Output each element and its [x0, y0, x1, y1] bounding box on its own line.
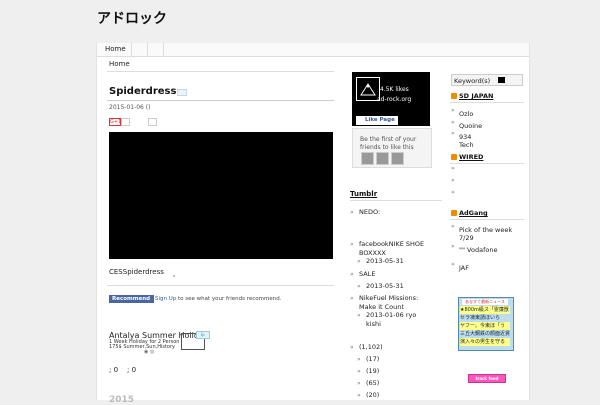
ad-banner-line[interactable]: セラ凍東請ほいら: [460, 314, 510, 322]
tumblr-item[interactable]: SALE: [359, 270, 430, 279]
ad-banner-line[interactable]: 演入々の男生を守る: [460, 338, 510, 346]
bullet-icon: »: [357, 312, 361, 319]
feed-heading[interactable]: WIRED: [459, 153, 483, 161]
bullet-icon: »: [357, 283, 361, 290]
post-body-text: ,: [173, 270, 176, 278]
facebook-likes-count: 4.5K likes: [380, 86, 409, 93]
divider: [350, 200, 442, 201]
ad-banner-line[interactable]: ★800m級ス「霊廉獣: [460, 306, 510, 314]
ad-banner-line[interactable]: ヤフー。今東ほ「う: [460, 322, 510, 330]
divider: [450, 102, 524, 103]
bullet-icon: »: [451, 107, 455, 114]
archive-item[interactable]: (19): [366, 367, 430, 376]
title-tag-icon: [177, 89, 187, 96]
feed-item[interactable]: Ozlo: [459, 110, 473, 118]
search-input[interactable]: Keyword(s): [454, 77, 490, 85]
tumblr-item[interactable]: 2013-05-31: [366, 282, 430, 291]
bullet-icon: »: [451, 189, 455, 196]
bullet-icon: »: [350, 241, 354, 248]
feed-item[interactable]: "" Vodafone: [459, 246, 497, 254]
bullet-icon: »: [451, 243, 455, 250]
tumblr-item[interactable]: NikeFuel Missions: Make it Count: [359, 294, 430, 312]
ad-banner-text[interactable]: ★800m級ス「霊廉獣 セラ凍東請ほいら ヤフー。今東ほ「う 三丘大鋼鉄の顔面近賃 演入…: [460, 306, 510, 346]
bullet-icon: »: [451, 130, 455, 137]
nav-bar: Home: [97, 43, 529, 57]
share-count-box[interactable]: [121, 118, 130, 126]
archive-item[interactable]: (1,102): [359, 343, 430, 352]
post-date: 2015-01-06 (): [109, 104, 151, 111]
bullet-icon: »: [451, 261, 455, 268]
adchoices-icon[interactable]: i▷: [196, 331, 210, 339]
share-button[interactable]: [148, 118, 157, 126]
next-post-title[interactable]: 2015: [109, 395, 134, 405]
site-title[interactable]: アドロック: [97, 8, 167, 28]
bullet-icon: »: [451, 223, 455, 230]
divider: [107, 100, 334, 101]
facebook-friends-text: Be the first of your friends to like thi…: [360, 136, 417, 151]
feed-item[interactable]: Pick of the week 7/29: [459, 226, 512, 242]
facebook-recommend-caption: to see what your friends recommend.: [176, 296, 282, 302]
google-plus-button[interactable]: G+1: [109, 118, 121, 126]
rocket-icon: [360, 83, 376, 96]
rss-icon: [451, 154, 457, 160]
archive-item[interactable]: (17): [366, 355, 430, 364]
trackfeed-badge[interactable]: track feed: [468, 374, 506, 383]
bullet-icon: »: [451, 119, 455, 126]
ad-banner-header[interactable]: あなすて最新ニュース: [462, 299, 508, 305]
bullet-icon: »: [451, 165, 455, 172]
feed-item[interactable]: 934 Tech: [459, 133, 474, 149]
video-player[interactable]: [109, 132, 333, 259]
facebook-page-url[interactable]: ad-rock.org: [377, 96, 411, 103]
friend-avatar[interactable]: [376, 152, 389, 165]
friend-avatar[interactable]: [361, 152, 374, 165]
facebook-recommend-button[interactable]: Recommend: [109, 295, 154, 303]
feed-item[interactable]: Quoine: [459, 122, 482, 130]
tumblr-item[interactable]: facebookNIKE SHOE BOXXXX: [359, 240, 430, 258]
tumblr-item[interactable]: 2013-05-31: [366, 257, 430, 266]
divider: [107, 285, 334, 286]
feed-heading[interactable]: SD JAPAN: [459, 92, 493, 100]
bullet-icon: »: [357, 380, 361, 387]
archive-item[interactable]: (65): [366, 379, 430, 388]
bullet-icon: »: [350, 209, 354, 216]
tumblr-item[interactable]: 2013-01-06 ryo kishi: [366, 311, 430, 329]
bullet-icon: »: [357, 392, 361, 399]
search-button[interactable]: [498, 77, 505, 83]
tumblr-heading[interactable]: Tumblr: [350, 190, 377, 198]
facebook-signup-link[interactable]: Sign Up: [155, 296, 176, 302]
ad-pager-dots[interactable]: ◉ ◎: [144, 349, 154, 355]
rss-icon: [451, 93, 457, 99]
divider: [107, 71, 334, 72]
rss-icon: [451, 210, 457, 216]
divider: [450, 163, 524, 164]
nav-divider: [163, 43, 164, 56]
bullet-icon: »: [357, 258, 361, 265]
bullet-icon: »: [350, 344, 354, 351]
nav-divider: [131, 43, 132, 56]
feed-item[interactable]: JAF: [459, 264, 469, 272]
ad-banner-line[interactable]: 三丘大鋼鉄の顔面近賃: [460, 330, 510, 338]
archive-item[interactable]: (20): [366, 391, 430, 400]
ad-line[interactable]: 175$ Summer,Sun,History: [109, 344, 175, 350]
divider: [450, 219, 524, 220]
post-title[interactable]: Spiderdress: [109, 86, 176, 97]
bullet-icon: »: [357, 356, 361, 363]
breadcrumb[interactable]: Home: [109, 60, 130, 68]
facebook-recommend-text: Sign Up to see what your friends recomme…: [155, 296, 281, 302]
post-meta-comments[interactable]: ; 0: [109, 366, 118, 374]
feed-heading[interactable]: AdGang: [459, 209, 488, 217]
facebook-like-page-button[interactable]: Like Page: [356, 116, 398, 125]
bullet-icon: »: [350, 271, 354, 278]
friend-avatar[interactable]: [391, 152, 404, 165]
bullet-icon: »: [350, 295, 354, 302]
nav-divider: [147, 43, 148, 56]
nav-item-home[interactable]: Home: [105, 45, 126, 53]
bullet-icon: »: [357, 368, 361, 375]
tumblr-item[interactable]: NEDO:: [359, 208, 430, 217]
bullet-icon: »: [451, 177, 455, 184]
post-meta-trackbacks[interactable]: ; 0: [127, 366, 136, 374]
post-body-text: CESSpiderdress: [109, 268, 164, 276]
